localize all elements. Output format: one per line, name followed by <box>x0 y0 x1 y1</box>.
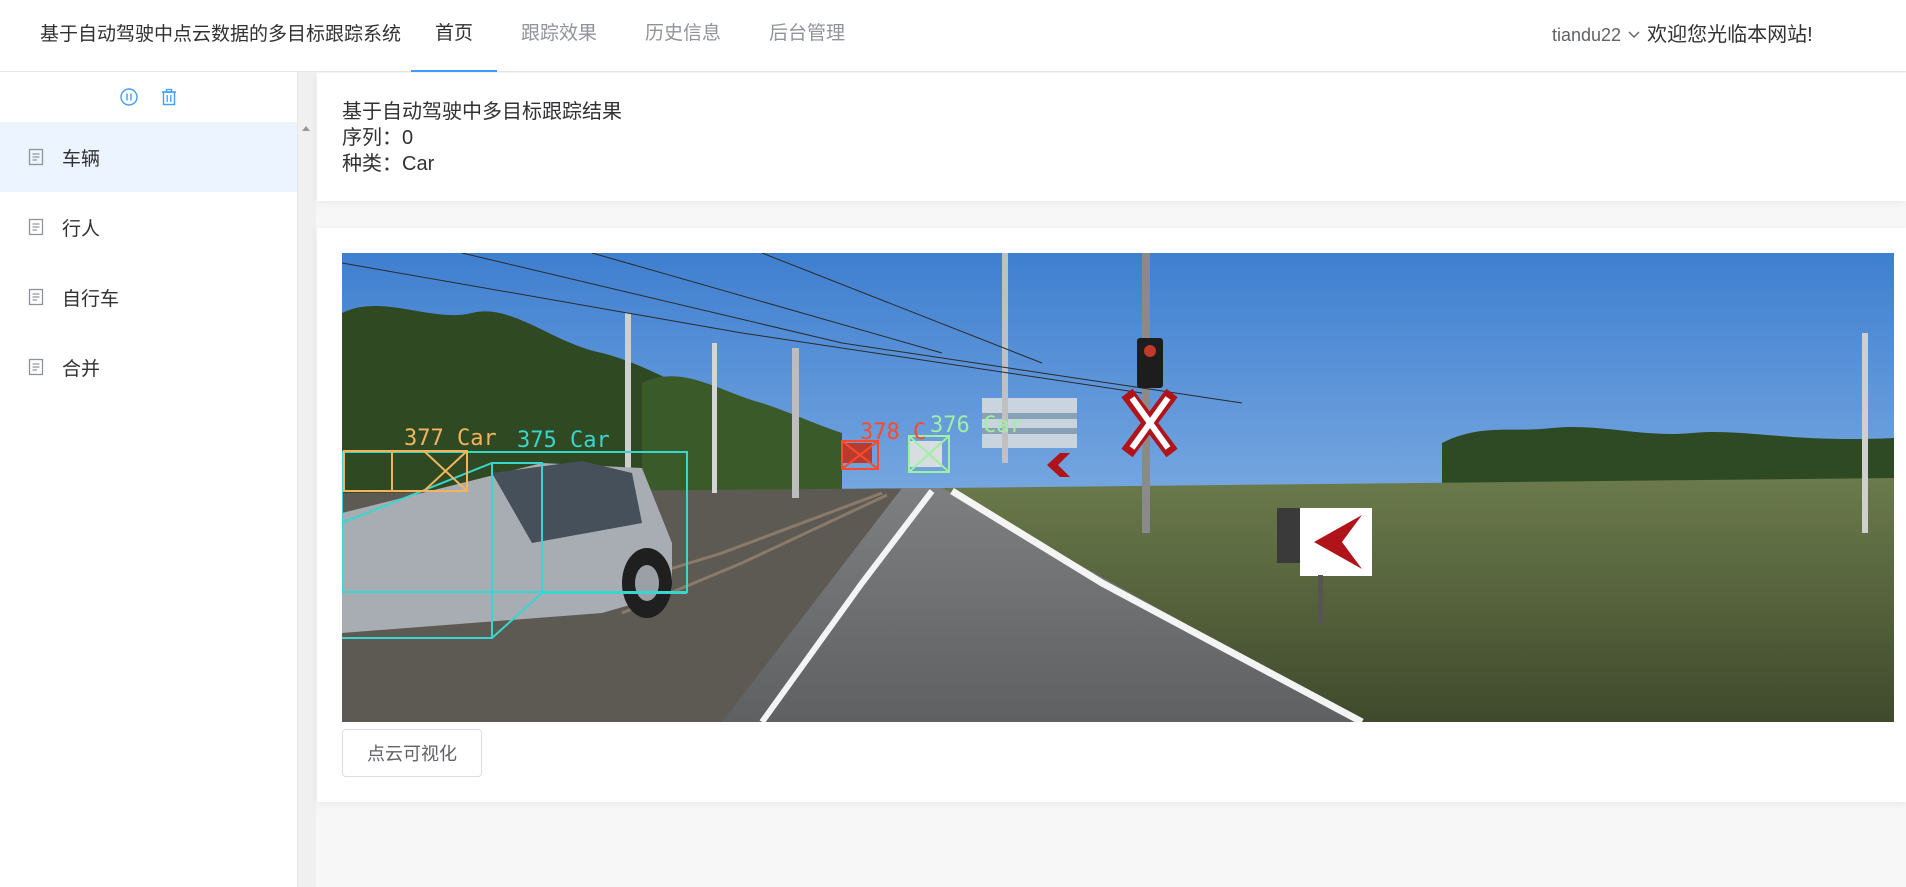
user-area: tiandu22 欢迎您光临本网站! <box>1552 0 1813 70</box>
sidebar-item-label: 行人 <box>62 218 101 240</box>
document-icon <box>28 288 44 306</box>
pointcloud-visualize-button[interactable]: 点云可视化 <box>342 729 482 777</box>
sidebar-item-label: 自行车 <box>62 288 120 310</box>
sidebar-item-pedestrian[interactable]: 行人 <box>0 192 297 262</box>
main-nav: 首页 跟踪效果 历史信息 后台管理 <box>411 0 869 72</box>
sidebar-toolbar <box>0 72 297 122</box>
user-dropdown[interactable]: tiandu22 <box>1552 0 1621 70</box>
app-title: 基于自动驾驶中点云数据的多目标跟踪系统 <box>40 24 402 45</box>
sidebar-scrollbar[interactable] <box>298 72 316 887</box>
track-label-375: 375 Car <box>517 428 610 453</box>
sidebar-item-label: 合并 <box>62 358 101 380</box>
track-label-376: 376 Car <box>930 413 1023 438</box>
tracking-info-card: 基于自动驾驶中多目标跟踪结果 序列：0 种类：Car <box>317 73 1906 201</box>
sidebar-item-label: 车辆 <box>62 148 101 170</box>
document-icon <box>28 218 44 236</box>
sidebar: 车辆 行人 自行车 合并 <box>0 72 298 887</box>
scroll-up-arrow-icon[interactable] <box>302 126 310 131</box>
top-header: 基于自动驾驶中点云数据的多目标跟踪系统 首页 跟踪效果 历史信息 后台管理 ti… <box>0 0 1906 72</box>
welcome-text: 欢迎您光临本网站! <box>1647 24 1813 46</box>
track-label-377: 377 Car <box>404 426 497 451</box>
chevron-down-icon[interactable] <box>1627 28 1641 42</box>
tracking-image-card: 377 Car 375 Car 378 C 376 Car 点云可视化 <box>317 228 1906 802</box>
nav-tracking-effect[interactable]: 跟踪效果 <box>497 0 621 72</box>
trash-icon[interactable] <box>159 87 179 107</box>
track-label-378: 378 C <box>860 420 926 445</box>
nav-admin[interactable]: 后台管理 <box>745 0 869 72</box>
sequence-text: 序列：0 <box>342 127 414 149</box>
tracking-result-image: 377 Car 375 Car 378 C 376 Car <box>342 253 1894 722</box>
result-title: 基于自动驾驶中多目标跟踪结果 <box>342 101 622 123</box>
pause-icon[interactable] <box>119 87 139 107</box>
document-icon <box>28 148 44 166</box>
category-text: 种类：Car <box>342 153 435 175</box>
sidebar-item-bicycle[interactable]: 自行车 <box>0 262 297 332</box>
sidebar-menu: 车辆 行人 自行车 合并 <box>0 122 297 402</box>
sidebar-item-merge[interactable]: 合并 <box>0 332 297 402</box>
sidebar-item-vehicle[interactable]: 车辆 <box>0 122 297 192</box>
nav-history[interactable]: 历史信息 <box>621 0 745 72</box>
nav-home[interactable]: 首页 <box>411 0 498 72</box>
document-icon <box>28 358 44 376</box>
